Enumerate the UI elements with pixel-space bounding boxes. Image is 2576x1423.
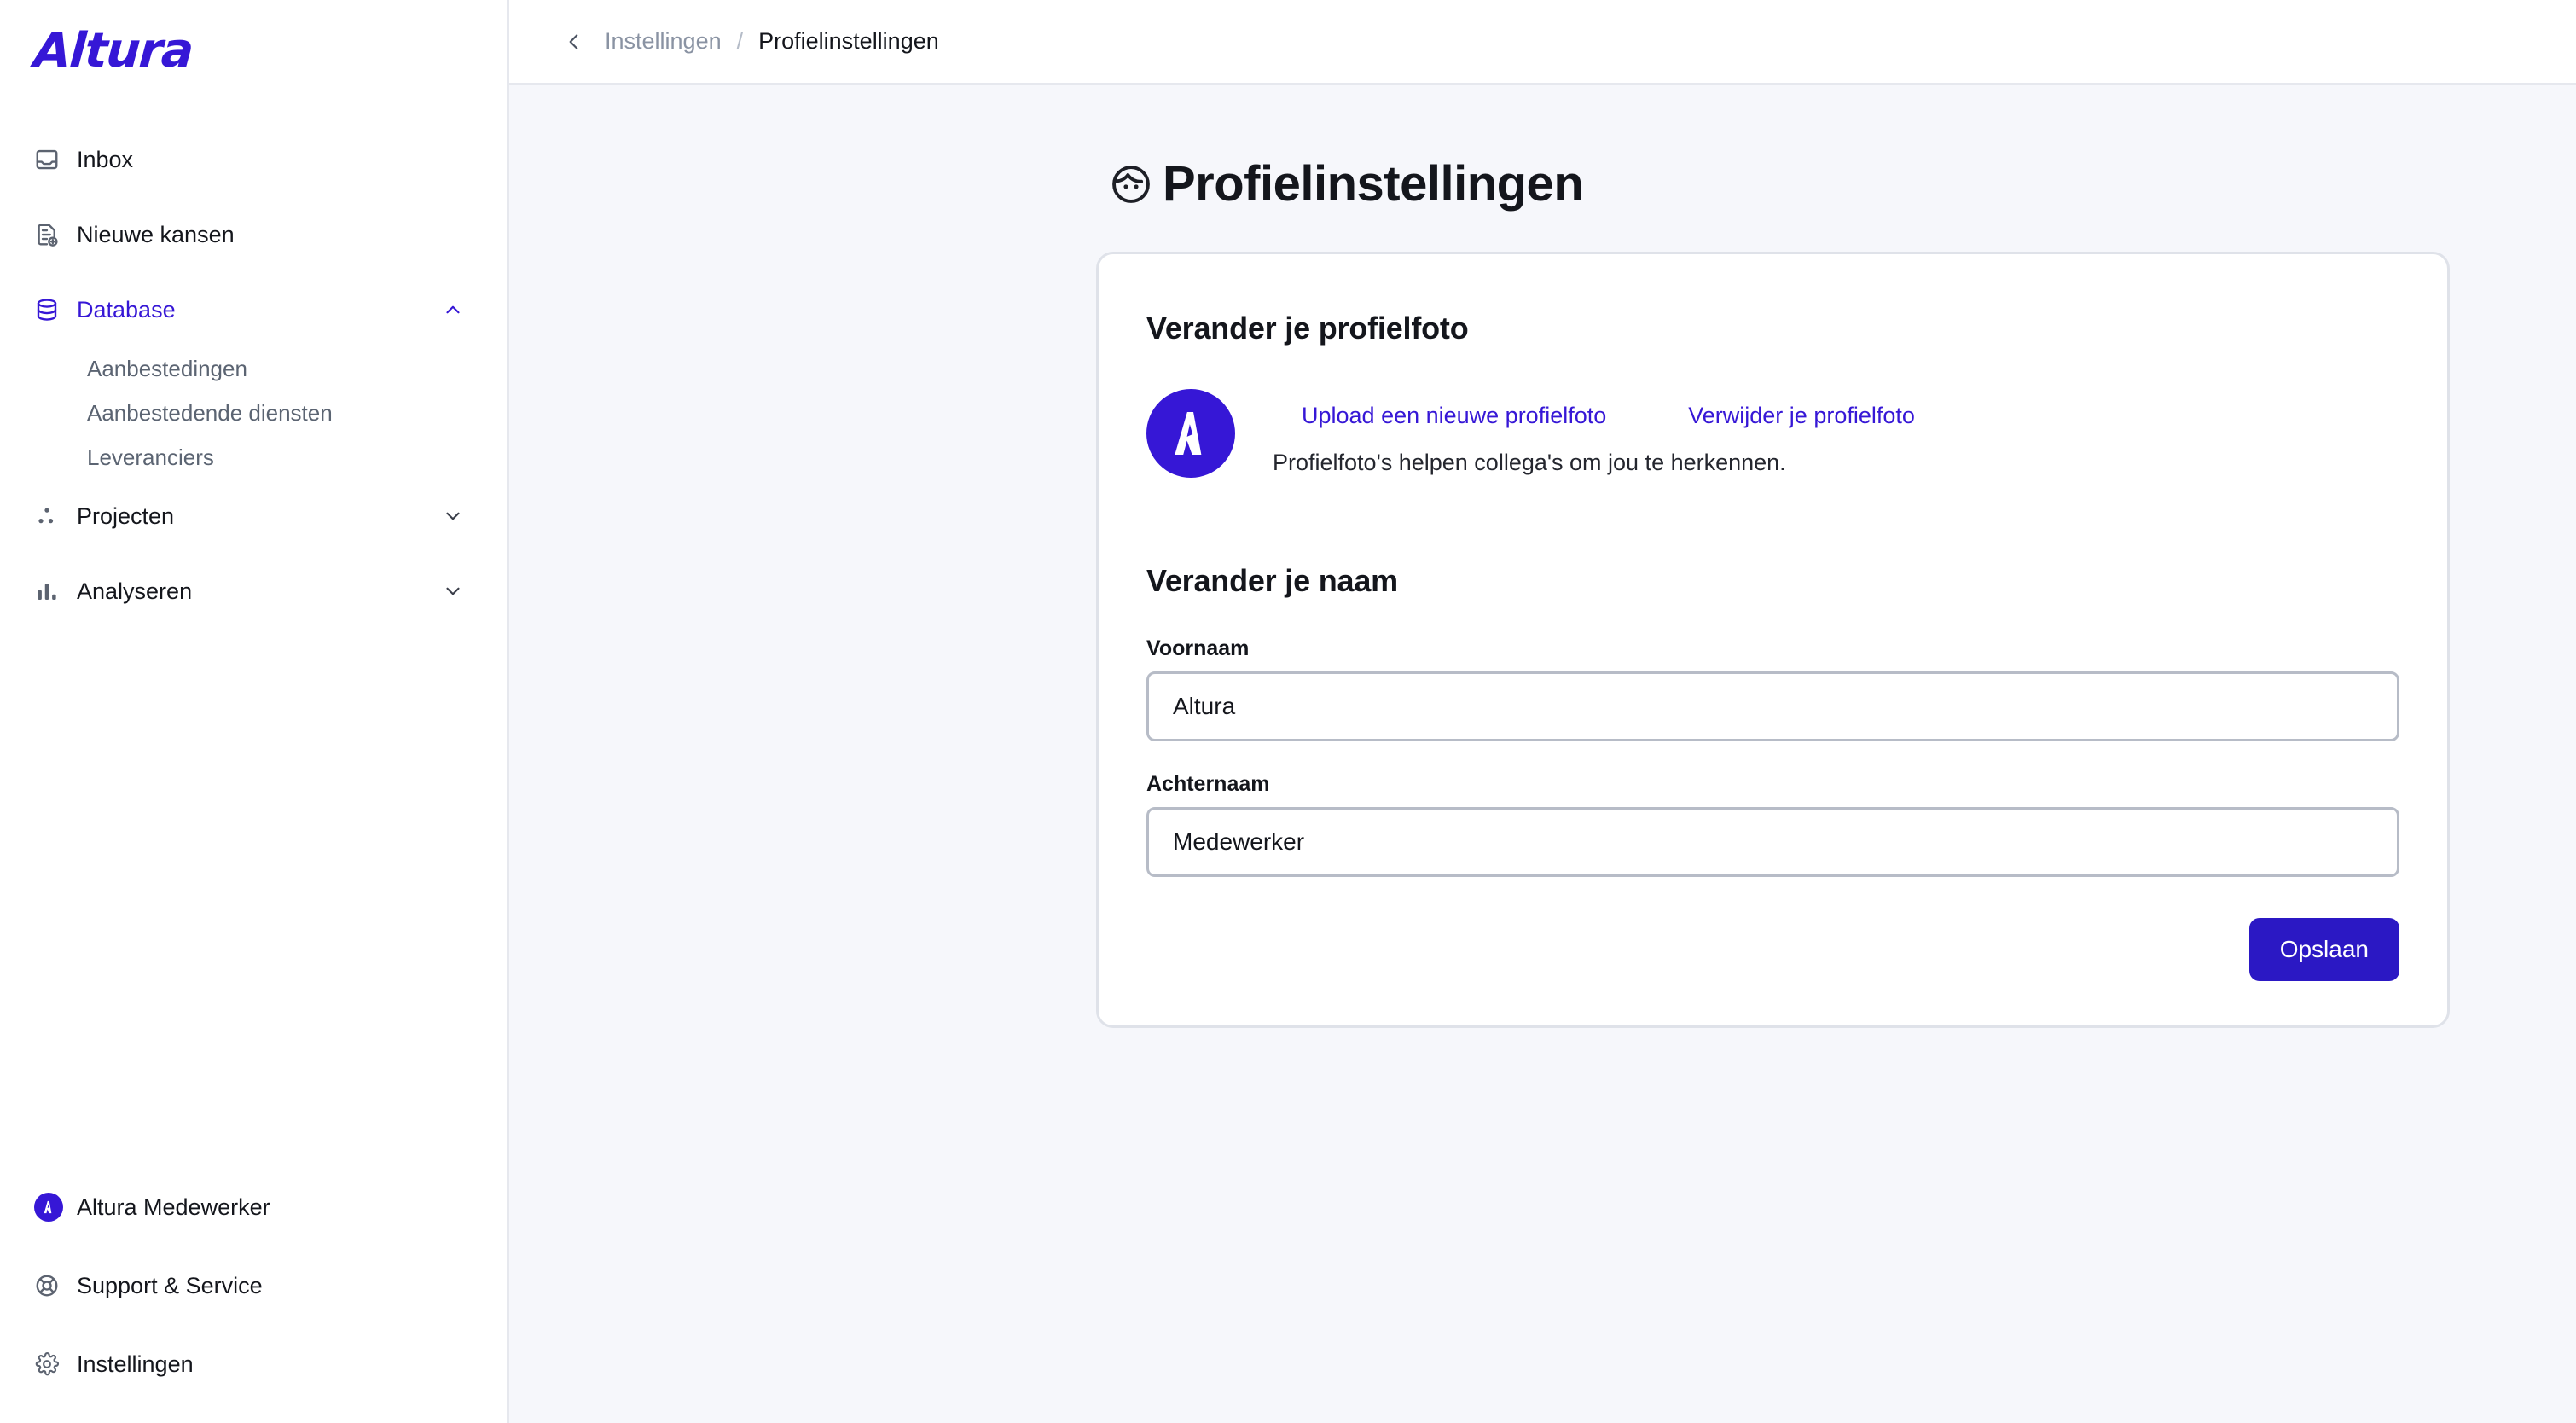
sidebar-primary-nav: Inbox Nieuwe kansen Database Aanbestedin… [0,135,507,616]
photo-section-title: Verander je profielfoto [1146,311,1469,346]
sidebar-subitem-leveranciers[interactable]: Leveranciers [0,435,507,479]
last-name-field: Achternaam [1146,772,2399,877]
remove-photo-link[interactable]: Verwijder je profielfoto [1688,403,1915,429]
sidebar-subitem-label: Leveranciers [87,444,214,470]
chevron-up-icon[interactable] [442,299,464,321]
sidebar-subitem-label: Aanbestedingen [87,355,247,381]
app-root: Altura Inbox Nieuwe kansen Database Aanb… [0,0,2576,1423]
sidebar-subitem-aanbestedingen[interactable]: Aanbestedingen [0,346,507,391]
name-section: Verander je naam Voornaam Achternaam Ops… [1146,563,2399,981]
last-name-input[interactable] [1146,807,2399,877]
sidebar-item-nieuwe-kansen[interactable]: Nieuwe kansen [0,210,507,259]
page-title: Profielinstellingen [1163,156,1584,212]
bar-chart-icon [34,578,67,604]
sidebar-item-label: Support & Service [77,1272,263,1298]
sidebar-item-inbox[interactable]: Inbox [0,135,507,184]
save-button[interactable]: Opslaan [2248,918,2399,981]
first-name-label: Voornaam [1146,636,1250,660]
photo-links: Upload een nieuwe profielfoto Verwijder … [1302,403,1915,429]
last-name-label: Achternaam [1146,772,1270,796]
breadcrumb: Instellingen / Profielinstellingen [605,28,939,55]
database-icon [34,297,67,322]
sidebar-item-label: Analyseren [77,578,193,604]
sidebar-item-support-service[interactable]: Support & Service [0,1259,507,1312]
breadcrumb-parent[interactable]: Instellingen [605,28,722,55]
breadcrumb-current: Profielinstellingen [758,28,939,54]
chevron-left-icon[interactable] [557,25,591,59]
sidebar-item-label: Projecten [77,502,175,529]
gear-icon [34,1351,67,1377]
first-name-input[interactable] [1146,671,2399,741]
brand-logo[interactable]: Altura [0,0,507,82]
profile-settings-card: Verander je profielfoto Upload een nieuw… [1096,252,2450,1028]
topbar: Instellingen / Profielinstellingen [509,0,2576,85]
page-content: Profielinstellingen Verander je profielf… [509,85,2576,1423]
first-name-field: Voornaam [1146,636,2399,741]
field-gap [1146,741,2399,772]
sidebar-item-label: Inbox [77,146,134,172]
sidebar-bottom-nav: Altura Medewerker Support & Service Inst… [0,1181,507,1423]
sidebar-item-label: Altura Medewerker [77,1194,270,1220]
avatar [34,1193,63,1222]
main-area: Instellingen / Profielinstellingen Profi… [509,0,2576,1423]
sidebar: Altura Inbox Nieuwe kansen Database Aanb… [0,0,509,1423]
upload-photo-link[interactable]: Upload een nieuwe profielfoto [1302,403,1606,429]
sidebar-item-database[interactable]: Database [0,285,507,334]
sidebar-subitem-aanbestedende-diensten[interactable]: Aanbestedende diensten [0,391,507,435]
sidebar-subitem-label: Aanbestedende diensten [87,399,333,426]
name-section-title: Verander je naam [1146,563,1398,598]
sidebar-item-user-profile[interactable]: Altura Medewerker [0,1181,507,1234]
user-avatar-icon [34,1193,67,1222]
form-actions: Opslaan [1146,918,2399,981]
profile-photo-row: Upload een nieuwe profielfoto Verwijder … [1146,384,2399,478]
brand-logo-text: Altura [32,22,194,78]
sidebar-item-label: Nieuwe kansen [77,221,235,247]
inbox-icon [34,147,67,172]
chevron-down-icon[interactable] [442,580,464,602]
face-icon [1103,156,1159,212]
document-plus-icon [34,222,67,247]
profile-avatar[interactable] [1146,389,1235,478]
page-title-row: Profielinstellingen [509,155,2576,212]
breadcrumb-separator: / [736,28,744,54]
chevron-down-icon[interactable] [442,505,464,527]
sidebar-item-projecten[interactable]: Projecten [0,491,507,541]
sidebar-item-label: Instellingen [77,1350,194,1377]
dots-triangle-icon [34,503,67,529]
sidebar-item-label: Database [77,296,176,322]
photo-hint-text: Profielfoto's helpen collega's om jou te… [1273,450,1786,475]
sidebar-item-instellingen[interactable]: Instellingen [0,1338,507,1391]
lifebuoy-icon [34,1273,67,1298]
photo-actions: Upload een nieuwe profielfoto Verwijder … [1273,384,1915,476]
sidebar-item-analyseren[interactable]: Analyseren [0,566,507,616]
